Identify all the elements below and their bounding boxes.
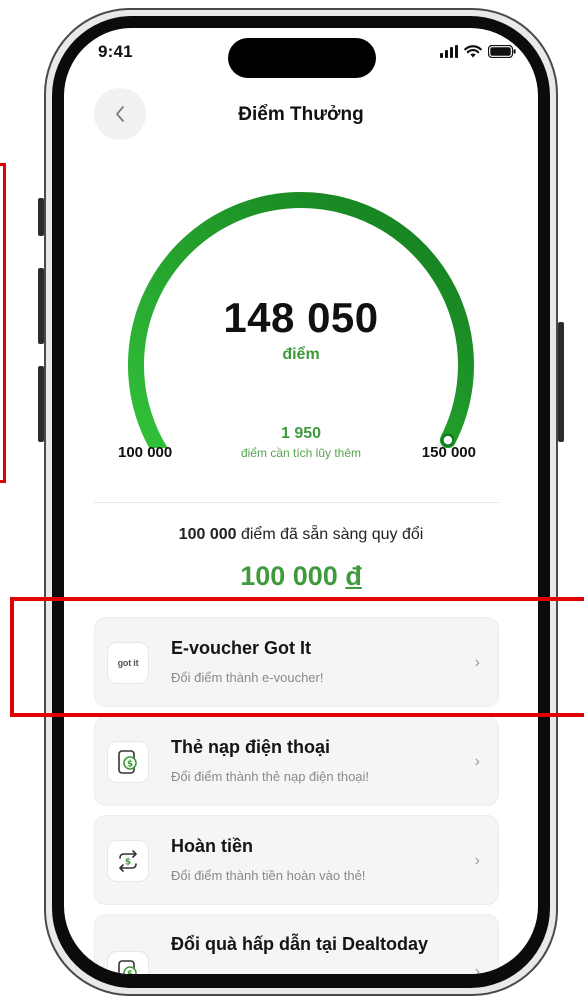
points-gauge [127, 192, 474, 448]
dealtoday-icon: $ [107, 951, 149, 974]
svg-text:$: $ [125, 858, 131, 868]
refund-arrows-icon: $ [119, 850, 137, 872]
ready-suffix: điểm đã sẵn sàng quy đổi [240, 526, 424, 543]
screen: 9:41 Điểm Thưởng 148 050 điểm 1 950 điểm… [64, 28, 538, 974]
gauge-min-label: 100 000 [118, 444, 173, 461]
option-cashback[interactable]: $ Hoàn tiền Đổi điểm thành tiền hoàn vào… [94, 815, 499, 905]
phone-topup-icon: $ [107, 741, 149, 783]
points-value: 148 050 [223, 294, 379, 341]
svg-text:$: $ [127, 760, 133, 770]
highlight-annotation-left [0, 163, 6, 483]
cashback-icon: $ [107, 840, 149, 882]
points-unit: điểm [282, 346, 320, 363]
remaining-points: 1 950 [280, 425, 322, 442]
power-button [558, 322, 564, 442]
chevron-right-icon: › [474, 963, 480, 974]
chevron-right-icon: › [474, 753, 480, 770]
phone-dollar-icon: $ [118, 750, 137, 774]
amount-value: 100 000 [240, 561, 338, 591]
highlight-annotation-evoucher [10, 597, 584, 717]
phone-dollar-icon: $ [118, 960, 137, 975]
ready-points: 100 000 [178, 526, 237, 543]
currency-symbol: đ [345, 561, 362, 591]
redeem-amount: 100 000 đ [64, 561, 538, 592]
option-title: Đổi quà hấp dẫn tại Dealtoday [171, 934, 429, 954]
gauge-max-label: 150 000 [421, 444, 476, 461]
option-title: Thẻ nạp điện thoại [171, 737, 331, 757]
ready-to-redeem-text: 100 000 điểm đã sẵn sàng quy đổi [64, 526, 538, 544]
svg-text:$: $ [127, 970, 133, 975]
option-title: Hoàn tiền [171, 836, 254, 856]
option-phone-topup[interactable]: $ Thẻ nạp điện thoại Đổi điểm thành thẻ … [94, 716, 499, 806]
divider [94, 502, 499, 503]
chevron-right-icon: › [474, 852, 480, 869]
option-dealtoday[interactable]: $ Đổi quà hấp dẫn tại Dealtoday › [94, 914, 499, 974]
option-subtitle: Đổi điểm thành thẻ nạp điện thoại! [171, 769, 370, 784]
option-subtitle: Đổi điểm thành tiền hoàn vào thẻ! [171, 868, 366, 883]
